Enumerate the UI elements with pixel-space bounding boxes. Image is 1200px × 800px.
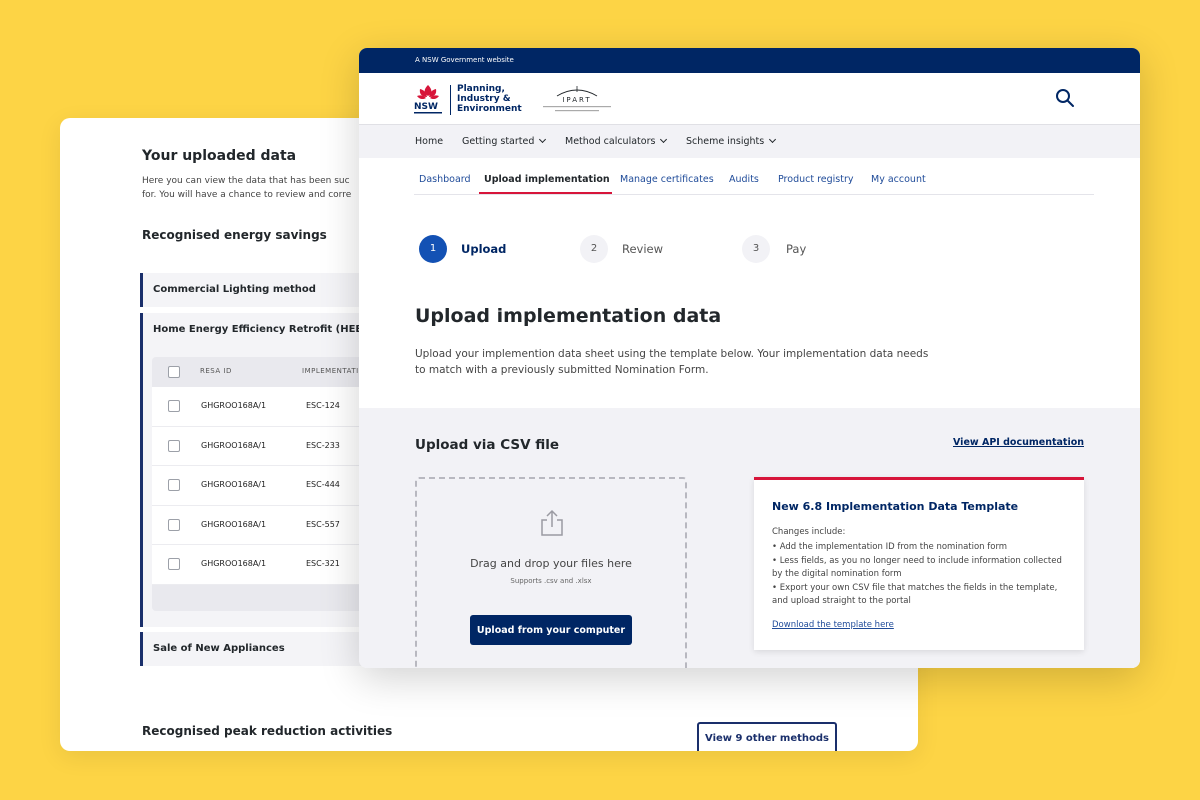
template-card-intro: Changes include:	[772, 527, 846, 537]
implementation-cell: ESC-557	[306, 519, 340, 529]
nav-scheme-insights[interactable]: Scheme insights	[686, 125, 777, 158]
list-item: • Less fields, as you no longer need to …	[772, 555, 1062, 580]
section-heading: Recognised energy savings	[142, 228, 327, 242]
peak-reduction-heading: Recognised peak reduction activities	[142, 724, 393, 738]
dropzone-title: Drag and drop your files here	[470, 557, 632, 570]
resa-id-cell: GHGROO168A/1	[201, 401, 267, 410]
data-table: RESA ID IMPLEMENTATI GHGROO168A/1 ESC-12…	[152, 357, 380, 611]
table-row[interactable]: GHGROO168A/1 ESC-444	[152, 466, 380, 506]
nav-getting-started[interactable]: Getting started	[462, 125, 547, 158]
page-description: Upload your implemention data sheet usin…	[415, 348, 929, 376]
intro-line: for. You will have a chance to review an…	[142, 190, 352, 200]
page-heading: Upload implementation data	[415, 305, 722, 327]
template-changes-list: • Add the implementation ID from the nom…	[772, 541, 1072, 609]
chevron-down-icon	[539, 135, 547, 144]
table-row[interactable]: GHGROO168A/1 ESC-233	[152, 427, 380, 466]
nav-label: Method calculators	[565, 136, 656, 147]
step-number: 2	[580, 235, 608, 263]
row-checkbox[interactable]	[168, 558, 180, 570]
table-body: GHGROO168A/1 ESC-124 GHGROO168A/1 ESC-23…	[152, 387, 380, 585]
waratah-icon[interactable]: NSW	[414, 83, 442, 117]
template-info-card: New 6.8 Implementation Data Template Cha…	[754, 477, 1084, 650]
table-row[interactable]: GHGROO168A/1 ESC-124	[152, 387, 380, 427]
row-checkbox[interactable]	[168, 400, 180, 412]
tab-audits[interactable]: Audits	[724, 172, 764, 194]
intro-text: Here you can view the data that has been…	[142, 174, 351, 202]
file-dropzone[interactable]: Drag and drop your files here Supports .…	[415, 477, 687, 668]
accordion-commercial-lighting[interactable]: Commercial Lighting method	[140, 273, 380, 307]
select-all-checkbox[interactable]	[168, 366, 180, 378]
dept-line: Environment	[457, 104, 522, 114]
tab-upload-implementation[interactable]: Upload implementation	[479, 172, 612, 194]
gov-banner: A NSW Government website	[359, 48, 1140, 73]
page-title: Your uploaded data	[142, 148, 297, 164]
step-number: 1	[419, 235, 447, 263]
nav-method-calculators[interactable]: Method calculators	[565, 125, 668, 158]
template-card-title: New 6.8 Implementation Data Template	[772, 500, 1019, 513]
tab-manage-certificates[interactable]: Manage certificates	[615, 172, 719, 194]
nav-label: Home	[415, 136, 444, 147]
table-row[interactable]: GHGROO168A/1 ESC-557	[152, 506, 380, 545]
accordion-heer[interactable]: Home Energy Efficiency Retrofit (HEER) m…	[140, 313, 388, 627]
upload-icon	[541, 509, 563, 536]
resa-id-cell: GHGROO168A/1	[201, 480, 267, 489]
download-template-link[interactable]: Download the template here	[772, 620, 894, 630]
table-row[interactable]: GHGROO168A/1 ESC-321	[152, 545, 380, 585]
resa-id-cell: GHGROO168A/1	[201, 519, 267, 529]
logo-divider	[450, 85, 451, 115]
resa-id-cell: GHGROO168A/1	[201, 559, 267, 568]
search-icon[interactable]	[1054, 87, 1076, 109]
implementation-cell: ESC-321	[306, 559, 340, 568]
nsw-logo-text: NSW	[414, 102, 438, 112]
chevron-down-icon	[769, 135, 777, 144]
department-name: Planning, Industry & Environment	[457, 84, 522, 114]
row-checkbox[interactable]	[168, 439, 180, 452]
implementation-cell: ESC-124	[306, 401, 340, 410]
column-header-resa-id: RESA ID	[200, 367, 232, 375]
main-nav: Home Getting started Method calculators …	[359, 125, 1140, 158]
ipart-text: IPART	[562, 96, 591, 104]
tab-product-registry[interactable]: Product registry	[773, 172, 859, 194]
step-label: Pay	[786, 242, 807, 256]
resa-id-cell: GHGROO168A/1	[201, 440, 267, 450]
accordion-sale-of-new-appliances[interactable]: Sale of New Appliances	[140, 632, 380, 666]
csv-upload-heading: Upload via CSV file	[415, 437, 560, 453]
step-label: Upload	[461, 242, 507, 256]
tab-dashboard[interactable]: Dashboard	[414, 172, 476, 194]
nav-label: Getting started	[462, 136, 535, 147]
view-other-methods-button[interactable]: View 9 other methods	[697, 722, 837, 751]
accordion-label: Home Energy Efficiency Retrofit (HEER) m	[153, 324, 389, 335]
api-documentation-link[interactable]: View API documentation	[953, 437, 1084, 448]
upload-from-computer-button[interactable]: Upload from your computer	[470, 615, 632, 645]
dept-line: Planning,	[457, 84, 505, 94]
table-header: RESA ID IMPLEMENTATI	[152, 357, 380, 387]
dept-line: Industry &	[457, 94, 511, 104]
account-tabs: Dashboard Upload implementation Manage c…	[414, 172, 1094, 195]
nav-home[interactable]: Home	[415, 125, 443, 158]
implementation-cell: ESC-444	[306, 480, 340, 489]
column-header-implementation: IMPLEMENTATI	[302, 367, 359, 375]
row-checkbox[interactable]	[168, 479, 180, 491]
tab-my-account[interactable]: My account	[866, 172, 931, 194]
intro-line: Here you can view the data that has been…	[142, 176, 350, 186]
accordion-label: Sale of New Appliances	[153, 643, 285, 654]
row-checkbox[interactable]	[168, 518, 180, 531]
nav-label: Scheme insights	[686, 136, 765, 147]
ipart-logo: IPART	[543, 86, 611, 112]
list-item: • Add the implementation ID from the nom…	[772, 542, 1008, 552]
upload-panel: Upload via CSV file View API documentati…	[359, 408, 1140, 668]
list-item: • Export your own CSV file that matches …	[772, 582, 1058, 607]
dropzone-subtitle: Supports .csv and .xlsx	[510, 577, 592, 585]
accordion-label: Commercial Lighting method	[153, 284, 316, 295]
implementation-cell: ESC-233	[306, 440, 340, 450]
chevron-down-icon	[660, 135, 668, 144]
upload-implementation-window: A NSW Government website NSW Planning, I…	[359, 48, 1140, 668]
step-number: 3	[742, 235, 770, 263]
step-label: Review	[622, 242, 664, 256]
site-header: NSW Planning, Industry & Environment IPA…	[359, 73, 1140, 125]
